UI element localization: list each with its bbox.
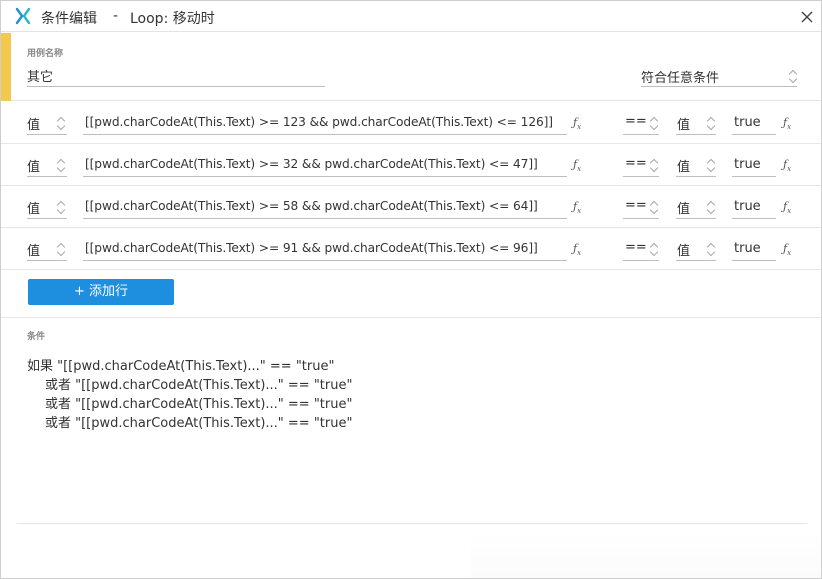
operator-select[interactable]: == xyxy=(623,197,659,219)
operator-select[interactable]: == xyxy=(623,239,659,261)
right-type-select[interactable]: 值 xyxy=(676,155,716,177)
title-bar: 条件编辑 - Loop: 移动时 xyxy=(1,1,821,32)
chevron-updown-icon xyxy=(707,116,715,130)
condition-editor-dialog: 条件编辑 - Loop: 移动时 用例名称 符合任意条件 值 [[pwd.cha… xyxy=(0,0,822,579)
chevron-updown-icon xyxy=(57,242,65,256)
accent-bar xyxy=(1,33,11,101)
condition-row: 值 [[pwd.charCodeAt(This.Text) >= 123 && … xyxy=(1,102,821,144)
left-type-select[interactable]: 值 xyxy=(27,113,67,135)
summary-label: 条件 xyxy=(27,332,46,342)
fx-icon[interactable]: ƒx xyxy=(783,158,791,173)
fx-icon[interactable]: ƒx xyxy=(573,242,581,257)
expression-input[interactable]: [[pwd.charCodeAt(This.Text) >= 91 && pwd… xyxy=(83,239,567,261)
case-name-input[interactable] xyxy=(27,65,325,87)
chevron-updown-icon xyxy=(707,200,715,214)
case-name-section: 用例名称 符合任意条件 xyxy=(1,33,821,101)
expression-input[interactable]: [[pwd.charCodeAt(This.Text) >= 32 && pwd… xyxy=(83,155,567,177)
dialog-subtitle: Loop: 移动时 xyxy=(130,11,215,27)
chevron-updown-icon xyxy=(650,242,658,256)
match-mode-value: 符合任意条件 xyxy=(641,71,720,86)
expression-input[interactable]: [[pwd.charCodeAt(This.Text) >= 123 && pw… xyxy=(83,113,567,135)
watermark-overlay xyxy=(471,531,821,578)
add-row-button[interactable]: + 添加行 xyxy=(28,279,174,305)
chevron-updown-icon xyxy=(57,200,65,214)
chevron-updown-icon xyxy=(57,158,65,172)
footer-divider xyxy=(17,523,807,524)
axure-x-logo-icon xyxy=(15,7,31,25)
summary-line: 如果 "[[pwd.charCodeAt(This.Text)..." == "… xyxy=(27,359,335,374)
match-mode-select[interactable]: 符合任意条件 xyxy=(641,65,797,87)
condition-row: 值 [[pwd.charCodeAt(This.Text) >= 91 && p… xyxy=(1,228,821,270)
fx-icon[interactable]: ƒx xyxy=(783,242,791,257)
left-type-select[interactable]: 值 xyxy=(27,155,67,177)
summary-line: 或者 "[[pwd.charCodeAt(This.Text)..." == "… xyxy=(45,416,353,431)
value-input[interactable]: true xyxy=(732,239,776,261)
chevron-updown-icon xyxy=(650,116,658,130)
right-type-select[interactable]: 值 xyxy=(676,113,716,135)
chevron-updown-icon xyxy=(650,200,658,214)
chevron-updown-icon xyxy=(789,69,797,83)
summary-line: 或者 "[[pwd.charCodeAt(This.Text)..." == "… xyxy=(45,397,353,412)
condition-row: 值 [[pwd.charCodeAt(This.Text) >= 32 && p… xyxy=(1,144,821,186)
right-type-select[interactable]: 值 xyxy=(676,239,716,261)
fx-icon[interactable]: ƒx xyxy=(783,116,791,131)
close-icon[interactable] xyxy=(797,7,817,27)
chevron-updown-icon xyxy=(707,242,715,256)
chevron-updown-icon xyxy=(650,158,658,172)
section-divider xyxy=(1,317,821,318)
chevron-updown-icon xyxy=(57,116,65,130)
fx-icon[interactable]: ƒx xyxy=(573,158,581,173)
operator-select[interactable]: == xyxy=(623,113,659,135)
dialog-title: 条件编辑 xyxy=(41,11,97,27)
operator-select[interactable]: == xyxy=(623,155,659,177)
right-type-select[interactable]: 值 xyxy=(676,197,716,219)
expression-input[interactable]: [[pwd.charCodeAt(This.Text) >= 58 && pwd… xyxy=(83,197,567,219)
chevron-updown-icon xyxy=(707,158,715,172)
fx-icon[interactable]: ƒx xyxy=(573,116,581,131)
fx-icon[interactable]: ƒx xyxy=(783,200,791,215)
title-separator: - xyxy=(113,8,119,24)
summary-line: 或者 "[[pwd.charCodeAt(This.Text)..." == "… xyxy=(45,378,353,393)
left-type-select[interactable]: 值 xyxy=(27,239,67,261)
condition-row: 值 [[pwd.charCodeAt(This.Text) >= 58 && p… xyxy=(1,186,821,228)
fx-icon[interactable]: ƒx xyxy=(573,200,581,215)
value-input[interactable]: true xyxy=(732,113,776,135)
left-type-select[interactable]: 值 xyxy=(27,197,67,219)
value-input[interactable]: true xyxy=(732,155,776,177)
case-name-label: 用例名称 xyxy=(27,49,64,59)
value-input[interactable]: true xyxy=(732,197,776,219)
